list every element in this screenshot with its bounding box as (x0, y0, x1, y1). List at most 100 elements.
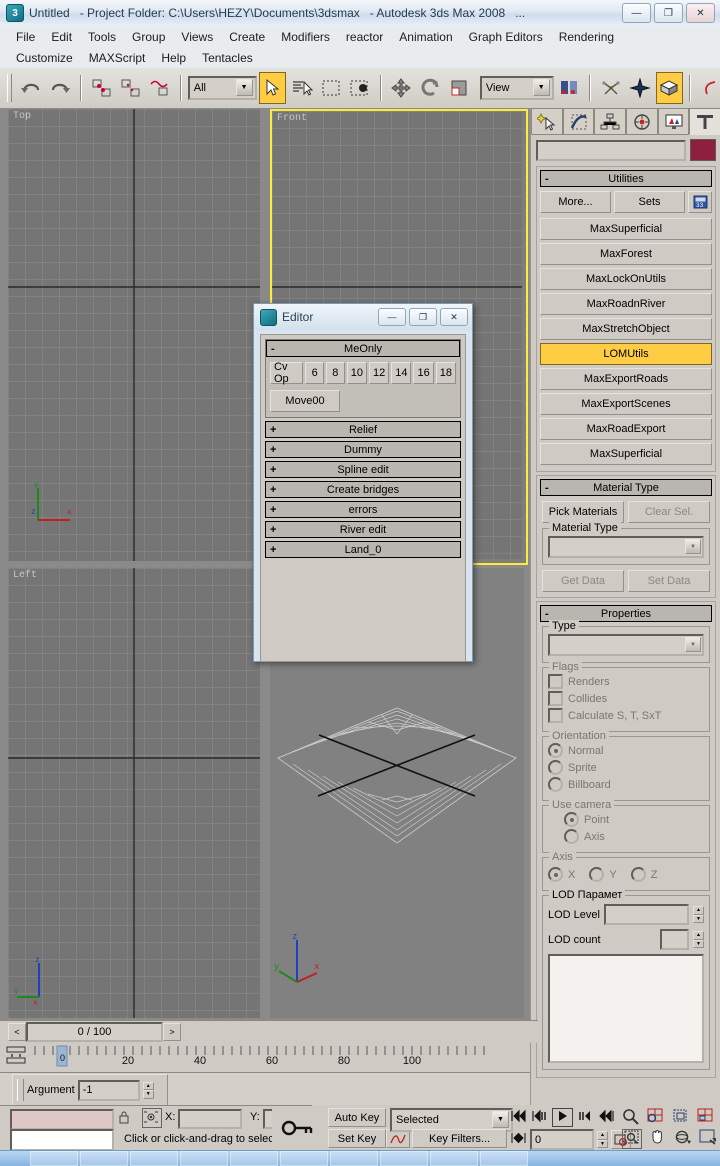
absolute-relative-transform-icon[interactable] (142, 1108, 162, 1128)
argument-spinner[interactable]: ▲ ▼ (142, 1081, 154, 1099)
rollup-relief[interactable]: + Relief (265, 421, 461, 438)
use-camera-option-row[interactable]: Point (564, 812, 704, 827)
close-button[interactable]: ✕ (686, 3, 715, 23)
window-crossing-icon[interactable] (347, 72, 374, 104)
radio-icon[interactable] (630, 867, 646, 882)
use-pivot-center-icon[interactable] (556, 72, 583, 104)
rollup-spline-edit[interactable]: + Spline edit (265, 461, 461, 478)
utility-button-lomutils[interactable]: LOMUtils (540, 343, 712, 365)
select-link-icon[interactable] (88, 72, 115, 104)
rollup-meonly-header[interactable]: - MeOnly (266, 340, 460, 357)
rollup-dummy[interactable]: + Dummy (265, 441, 461, 458)
chevron-down-icon[interactable]: ▼ (492, 1111, 509, 1128)
object-color-swatch[interactable] (690, 139, 716, 161)
utility-button-maxroadexport[interactable]: MaxRoadExport (540, 418, 712, 440)
select-by-name-icon[interactable] (288, 72, 315, 104)
cv-value-button-18[interactable]: 18 (435, 362, 456, 384)
menu-item-edit[interactable]: Edit (43, 30, 80, 44)
flag-row[interactable]: Renders (548, 674, 704, 689)
previous-frame-icon[interactable] (531, 1109, 548, 1126)
go-to-start-icon[interactable] (510, 1109, 527, 1126)
taskbar-item[interactable] (130, 1151, 178, 1166)
menu-item-create[interactable]: Create (221, 30, 273, 44)
utility-button-maxsuperficial[interactable]: MaxSuperficial (540, 218, 712, 240)
selection-filter-dropdown[interactable]: All ▼ (187, 76, 257, 100)
editor-minimize-button[interactable]: — (378, 308, 406, 326)
menu-item-file[interactable]: File (8, 30, 43, 44)
redo-icon[interactable] (47, 72, 74, 104)
zoom-region-icon[interactable] (622, 1129, 642, 1149)
radio-icon[interactable] (548, 760, 563, 775)
radio-icon[interactable] (548, 743, 563, 758)
pick-materials-button[interactable]: Pick Materials (542, 501, 624, 523)
utility-button-maxexportscenes[interactable]: MaxExportScenes (540, 393, 712, 415)
menu-item-reactor[interactable]: reactor (338, 30, 391, 44)
sets-button[interactable]: Sets (614, 191, 685, 213)
cv-value-button-8[interactable]: 8 (326, 362, 345, 384)
cv-value-button-14[interactable]: 14 (391, 362, 412, 384)
utility-button-maxlockonutils[interactable]: MaxLockOnUtils (540, 268, 712, 290)
taskbar-item[interactable] (430, 1151, 478, 1166)
menu-item-group[interactable]: Group (124, 30, 173, 44)
rollup-errors[interactable]: + errors (265, 501, 461, 518)
menu-item-maxscript[interactable]: MAXScript (81, 51, 154, 65)
editor-restore-button[interactable]: ❐ (409, 308, 437, 326)
material-type-combo[interactable]: ▼ (548, 536, 704, 558)
taskbar-item[interactable] (280, 1151, 328, 1166)
taskbar-item[interactable] (480, 1151, 528, 1166)
radio-icon[interactable] (564, 812, 579, 827)
key-mode-icon[interactable] (510, 1131, 527, 1148)
orientation-option-row[interactable]: Billboard (548, 777, 704, 792)
key-mode-toggle-icon[interactable] (272, 1107, 322, 1149)
taskbar-item[interactable] (180, 1151, 228, 1166)
select-scale-icon[interactable] (447, 72, 474, 104)
mirror-icon[interactable] (597, 72, 624, 104)
taskbar-item[interactable] (230, 1151, 278, 1166)
menu-item-tentacles[interactable]: Tentacles (194, 51, 261, 65)
bind-space-warp-icon[interactable] (147, 72, 174, 104)
object-name-field[interactable] (536, 139, 686, 161)
checkbox-icon[interactable] (548, 708, 563, 723)
argument-field[interactable]: -1 (77, 1079, 140, 1101)
taskbar-item[interactable] (80, 1151, 128, 1166)
hierarchy-tab-icon[interactable] (594, 108, 627, 135)
toolbar-grip[interactable] (7, 74, 13, 102)
utilities-tab-icon[interactable] (689, 108, 720, 135)
type-combo[interactable]: ▼ (548, 634, 704, 656)
menu-item-help[interactable]: Help (153, 51, 194, 65)
modify-tab-icon[interactable] (562, 108, 595, 135)
utility-button-maxforest[interactable]: MaxForest (540, 243, 712, 265)
restore-button[interactable]: ❐ (654, 3, 683, 23)
viewport-left[interactable]: Left z y x (8, 568, 260, 1018)
menu-item-views[interactable]: Views (173, 30, 221, 44)
set-key-button[interactable]: Set Key (328, 1129, 386, 1148)
frame-display[interactable]: 0 / 100 (26, 1022, 163, 1042)
create-tab-icon[interactable] (531, 108, 563, 135)
rollup-river-edit[interactable]: + River edit (265, 521, 461, 538)
motion-tab-icon[interactable] (626, 108, 658, 135)
radio-icon[interactable] (548, 867, 563, 882)
menu-item-graph-editors[interactable]: Graph Editors (461, 30, 551, 44)
utility-button-maxsuperficial[interactable]: MaxSuperficial (540, 443, 712, 465)
material-type-rollup-header[interactable]: - Material Type (540, 479, 712, 496)
zoom-extents-all-icon[interactable] (697, 1108, 715, 1128)
undo-icon[interactable] (17, 72, 44, 104)
clear-selection-button[interactable]: Clear Sel. (628, 501, 710, 523)
taskbar-item[interactable] (330, 1151, 378, 1166)
x-coordinate-field[interactable] (178, 1109, 242, 1129)
chevron-down-icon[interactable]: ▼ (685, 637, 701, 652)
play-animation-icon[interactable] (552, 1108, 573, 1127)
set-data-button[interactable]: Set Data (628, 570, 710, 592)
rollup-land_0[interactable]: + Land_0 (265, 541, 461, 558)
configure-button-sets-icon[interactable]: 33 (688, 191, 712, 213)
zoom-all-icon[interactable] (647, 1108, 665, 1128)
argument-grip[interactable] (17, 1079, 24, 1101)
axis-option-row[interactable]: Z (630, 867, 657, 882)
taskbar-item[interactable] (30, 1151, 78, 1166)
editor-dialog[interactable]: Editor — ❐ ✕ - MeOnly Cv Op 6 8 10 12 14 16 18 … (253, 303, 473, 662)
axis-option-row[interactable]: Y (589, 867, 617, 882)
pan-view-icon[interactable] (649, 1129, 667, 1149)
menu-item-animation[interactable]: Animation (391, 30, 460, 44)
flag-row[interactable]: Collides (548, 691, 704, 706)
unlink-icon[interactable] (117, 72, 144, 104)
